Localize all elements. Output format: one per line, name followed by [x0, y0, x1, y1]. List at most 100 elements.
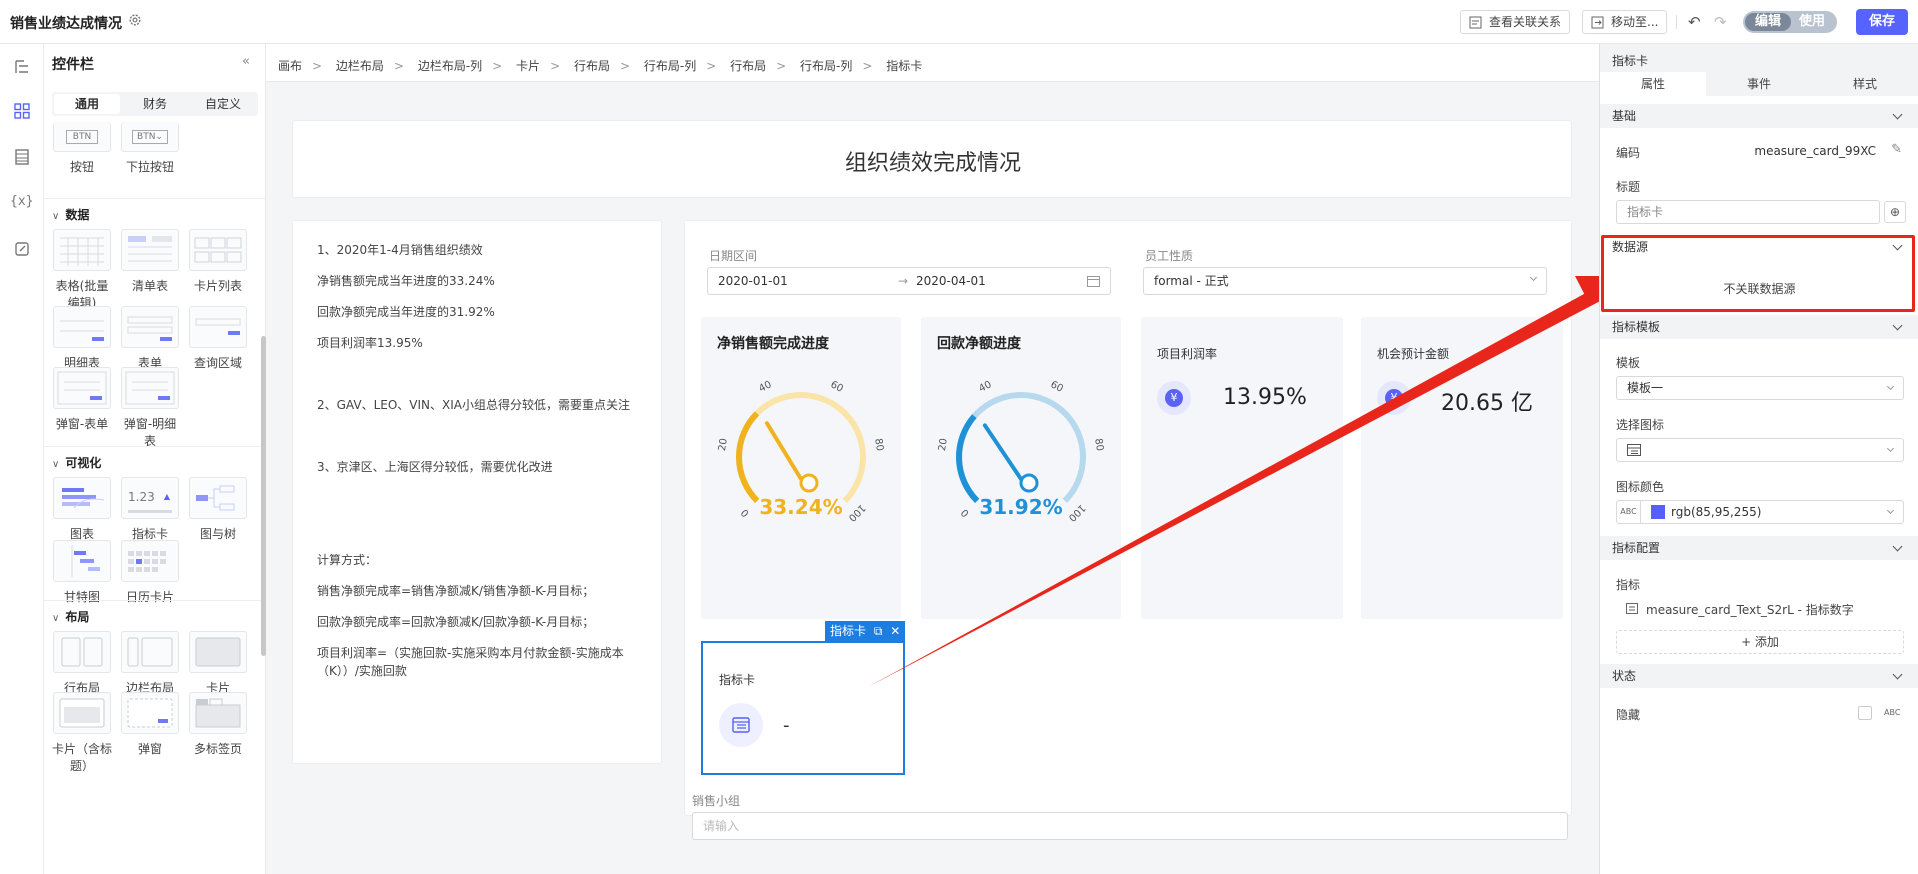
section-template[interactable]: 指标模板: [1600, 315, 1918, 339]
chevron-down-icon: [1886, 444, 1895, 453]
section-config[interactable]: 指标配置: [1600, 536, 1918, 560]
card-list-thumb-icon: [194, 237, 242, 263]
mode-edit[interactable]: 编辑: [1745, 13, 1791, 31]
add-metric-button[interactable]: + 添加: [1616, 630, 1904, 654]
title-input[interactable]: 指标卡: [1616, 200, 1880, 224]
gear-icon[interactable]: [128, 13, 142, 27]
metric-item[interactable]: measure_card_Text_S2rL - 指标数字: [1646, 601, 1854, 618]
section-basic[interactable]: 基础: [1600, 104, 1918, 128]
employee-type-select[interactable]: formal - 正式: [1143, 267, 1547, 295]
widget-popup-form[interactable]: 弹窗-表单: [51, 367, 113, 432]
widget-metric-card[interactable]: 1.23 ▲ 指标卡: [119, 477, 181, 542]
widget-form[interactable]: 表单: [119, 306, 181, 371]
kpi-card-profit[interactable]: 项目利润率 ¥ 13.95%: [1141, 317, 1343, 619]
widget-card-titled[interactable]: 卡片（含标 题）: [51, 692, 113, 774]
widget-detail-table[interactable]: 明细表: [51, 306, 113, 371]
crumb-item[interactable]: 行布局-列: [800, 59, 852, 73]
gauge-card-collection[interactable]: 回款净额进度 0 20 40 60 80 100 31.92%: [921, 317, 1121, 619]
gauge-card-sales[interactable]: 净销售额完成进度 0 20 40 60 80 100 33.24%: [701, 317, 901, 619]
table-icon[interactable]: [13, 148, 31, 166]
section-state[interactable]: 状态: [1600, 664, 1918, 688]
widget-label: 日历卡片: [125, 590, 174, 604]
crumb-item[interactable]: 边栏布局: [336, 59, 384, 73]
tab-finance[interactable]: 财务: [122, 94, 188, 114]
widget-card[interactable]: 卡片: [187, 631, 249, 696]
tab-style[interactable]: 样式: [1812, 72, 1918, 96]
redo-icon[interactable]: ↷: [1714, 13, 1727, 31]
hidden-checkbox[interactable]: [1858, 706, 1872, 720]
date-from[interactable]: 2020-01-01: [718, 274, 788, 288]
collapse-icon[interactable]: «: [242, 54, 250, 69]
note-line: 1、2020年1-4月销售组织绩效: [317, 243, 483, 257]
date-to[interactable]: 2020-04-01: [916, 268, 986, 294]
icon-color-picker[interactable]: ABC rgb(85,95,255): [1616, 500, 1904, 524]
date-range-picker[interactable]: 2020-01-01 → 2020-04-01: [707, 267, 1111, 295]
widget-sidebar-layout[interactable]: 边栏布局: [119, 631, 181, 696]
title-card[interactable]: 组织绩效完成情况: [292, 120, 1572, 198]
tree-icon[interactable]: [13, 58, 31, 76]
tab-events[interactable]: 事件: [1706, 72, 1812, 96]
crumb-item[interactable]: 行布局: [730, 59, 766, 73]
widget-dropdown-button[interactable]: BTN⌄ 下拉按钮: [119, 122, 181, 175]
undo-icon[interactable]: ↶: [1688, 13, 1701, 31]
widget-button[interactable]: BTN 按钮: [51, 122, 113, 175]
crumb-item[interactable]: 边栏布局-列: [418, 59, 482, 73]
icon-select[interactable]: [1616, 438, 1904, 462]
section-visual[interactable]: 可视化: [52, 454, 101, 471]
widget-row-layout[interactable]: 行布局: [51, 631, 113, 696]
view-relations-button[interactable]: 查看关联关系: [1460, 10, 1571, 34]
selected-card-tag[interactable]: 指标卡 ⧉ ✕: [825, 621, 905, 641]
copy-icon[interactable]: ⧉: [874, 624, 883, 638]
widget-popup[interactable]: 弹窗: [119, 692, 181, 757]
widgets-icon[interactable]: [13, 102, 31, 120]
widget-list-table[interactable]: 清单表: [119, 229, 181, 294]
panel-title: 控件栏: [52, 57, 94, 73]
tab-properties[interactable]: 属性: [1600, 72, 1706, 96]
widget-calendar-card[interactable]: 日历卡片: [119, 540, 181, 605]
abc-badge[interactable]: ABC: [1617, 501, 1641, 523]
mode-toggle[interactable]: 编辑 使用: [1743, 11, 1837, 33]
titled-card-icon: [59, 698, 105, 728]
variables-icon[interactable]: {x}: [10, 194, 33, 212]
abc-badge[interactable]: ABC: [1884, 708, 1900, 717]
crumb-item[interactable]: 行布局: [574, 59, 610, 73]
metric-label: 指标: [1616, 578, 1641, 592]
save-button[interactable]: 保存: [1856, 9, 1908, 35]
globe-icon[interactable]: ⊕: [1884, 201, 1906, 223]
edit-icon[interactable]: ✎: [1891, 142, 1902, 157]
crumb-item[interactable]: 卡片: [516, 59, 540, 73]
selected-card-tag-row: 指标卡 ⧉ ✕: [701, 621, 905, 643]
row-layout-thumb: [53, 631, 111, 673]
widget-chart[interactable]: 图表: [51, 477, 113, 542]
sidebar-layout-icon: [127, 637, 173, 667]
close-icon[interactable]: ✕: [890, 624, 900, 638]
crumb-item[interactable]: 行布局-列: [644, 59, 696, 73]
tab-custom[interactable]: 自定义: [190, 94, 256, 114]
table-icon: [1627, 444, 1641, 456]
widget-graph-tree[interactable]: 图与树: [187, 477, 249, 542]
section-layout[interactable]: 布局: [52, 608, 89, 625]
selected-metric-card[interactable]: 指标卡 -: [701, 641, 905, 775]
kpi-card-opportunity[interactable]: 机会预计金额 ¥ 20.65 亿: [1361, 317, 1563, 619]
crumb-item[interactable]: 画布: [278, 59, 302, 73]
widget-popup-detail[interactable]: 弹窗-明细 表: [119, 367, 181, 449]
widget-label: 弹窗-明细: [123, 417, 177, 431]
dashboard-card[interactable]: 日期区间 2020-01-01 → 2020-04-01 员工性质 formal…: [684, 220, 1572, 816]
move-to-button[interactable]: 移动至...: [1582, 10, 1668, 34]
tab-general[interactable]: 通用: [54, 94, 120, 114]
notes-card[interactable]: 1、2020年1-4月销售组织绩效 净销售额完成当年进度的33.24% 回款净额…: [292, 220, 662, 764]
section-data[interactable]: 数据: [52, 206, 89, 223]
sales-team-input[interactable]: 请输入: [692, 812, 1568, 840]
widget-multi-tab[interactable]: 多标签页: [187, 692, 249, 757]
dropdown-button-thumb: BTN⌄: [121, 122, 179, 152]
widget-card-list[interactable]: 卡片列表: [187, 229, 249, 294]
edit-doc-icon[interactable]: [13, 240, 31, 258]
widget-table-batch[interactable]: 表格(批量 编辑): [51, 229, 113, 311]
widget-gantt[interactable]: 甘特图: [51, 540, 113, 605]
template-select[interactable]: 模板一: [1616, 376, 1904, 400]
crumb-item[interactable]: 指标卡: [886, 59, 922, 73]
mode-use[interactable]: 使用: [1789, 11, 1835, 33]
widget-query-area[interactable]: 查询区域: [187, 306, 249, 371]
multitab-icon: [195, 698, 241, 728]
calendar-icon: [1087, 276, 1100, 287]
